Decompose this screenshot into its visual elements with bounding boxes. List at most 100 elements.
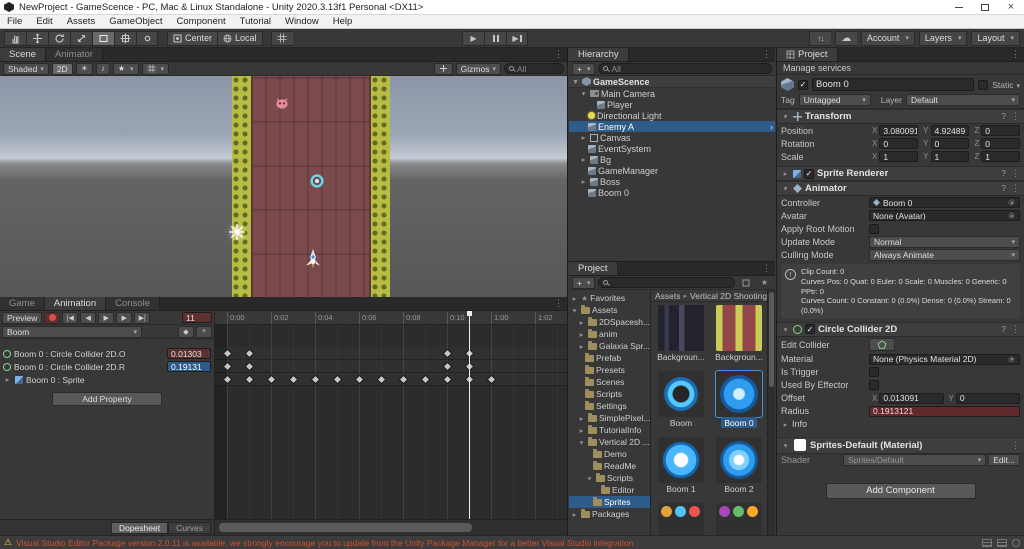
shader-dropdown[interactable]: Sprites/Default — [843, 454, 987, 467]
scale-z-field[interactable]: 1 — [981, 151, 1021, 162]
project-vscrollbar[interactable] — [767, 290, 775, 535]
active-checkbox[interactable] — [798, 79, 808, 90]
scrollbar-thumb[interactable] — [769, 292, 774, 387]
gameobject-name-field[interactable]: Boom 0 — [812, 78, 975, 91]
enemy-sprite[interactable] — [274, 96, 290, 110]
is-trigger-checkbox[interactable] — [869, 367, 879, 378]
foldout-icon[interactable] — [577, 342, 586, 351]
foldout-icon[interactable] — [577, 414, 586, 423]
hierarchy-item-eventsystem[interactable]: EventSystem — [569, 143, 775, 154]
scene-viewport[interactable] — [0, 76, 567, 297]
folder-vertical-2d[interactable]: Vertical 2D ... — [569, 436, 650, 448]
maximize-button[interactable] — [972, 0, 998, 15]
hierarchy-search-input[interactable]: All — [598, 63, 772, 74]
grid-visibility-dropdown[interactable] — [141, 62, 170, 75]
foldout-icon[interactable] — [579, 133, 588, 142]
hierarchy-item-gamemanager[interactable]: GameManager — [569, 165, 775, 176]
breadcrumb-current[interactable]: Vertical 2D Shooting B — [690, 291, 767, 301]
manage-services-button[interactable]: Manage services — [777, 62, 1024, 75]
scene-header-row[interactable]: GameScence — [569, 76, 775, 88]
foldout-icon[interactable] — [585, 474, 594, 483]
folder-scripts[interactable]: Scripts — [569, 388, 650, 400]
foldout-icon[interactable] — [3, 375, 12, 384]
hierarchy-item-boss[interactable]: Boss — [569, 176, 775, 187]
status-message[interactable]: Visual Studio Editor Package version 2.0… — [16, 538, 633, 548]
folder-scenes[interactable]: Scenes — [569, 376, 650, 388]
foldout-icon[interactable] — [577, 330, 586, 339]
object-picker-icon[interactable] — [1007, 198, 1016, 207]
add-component-button[interactable]: Add Component — [825, 482, 976, 499]
animated-property-row[interactable]: Boom 0 : Circle Collider 2D.R 0.19131 — [0, 360, 214, 373]
help-icon[interactable] — [1001, 183, 1006, 194]
move-tool-button[interactable] — [26, 30, 48, 46]
scrollbar-thumb[interactable] — [219, 523, 473, 532]
add-property-button[interactable]: Add Property — [52, 392, 162, 406]
tab-console[interactable]: Console — [106, 297, 160, 310]
custom-tool-button[interactable] — [136, 30, 158, 46]
folder-editor[interactable]: Editor — [569, 484, 650, 496]
layer-dropdown[interactable]: Default — [905, 94, 1020, 106]
folder-simplepixel[interactable]: SimplePixel... — [569, 412, 650, 424]
scale-x-field[interactable]: 1 — [879, 151, 919, 162]
step-button[interactable]: ▶ — [506, 31, 528, 46]
folder-packages[interactable]: Packages — [569, 508, 650, 520]
object-picker-icon[interactable] — [1007, 354, 1016, 364]
space-toggle-button[interactable]: Local — [218, 30, 263, 46]
used-by-effector-checkbox[interactable] — [869, 380, 879, 391]
inspector-panel-menu-icon[interactable] — [1007, 48, 1024, 61]
controller-object-field[interactable]: Boom 0 — [869, 197, 1020, 208]
view-tool-button[interactable] — [4, 30, 26, 46]
project-search-input[interactable] — [598, 277, 735, 288]
tab-game[interactable]: Game — [0, 297, 45, 310]
animator-component-header[interactable]: Animator — [777, 181, 1024, 196]
curves-tab[interactable]: Curves — [168, 521, 211, 534]
folder-sprites[interactable]: Sprites — [569, 496, 650, 508]
object-picker-icon[interactable] — [1007, 211, 1016, 220]
folder-anim[interactable]: anim — [569, 328, 650, 340]
rotation-x-field[interactable]: 0 — [879, 138, 919, 149]
rotation-y-field[interactable]: 0 — [930, 138, 970, 149]
hierarchy-item-enemy-a[interactable]: Enemy A › — [569, 121, 775, 132]
breadcrumb[interactable]: Assets ▸ Vertical 2D Shooting B — [651, 290, 767, 302]
layers-dropdown[interactable]: Layers — [918, 30, 968, 46]
pivot-toggle-button[interactable]: Center — [167, 30, 219, 46]
pause-button[interactable] — [484, 31, 506, 46]
audio-toggle-button[interactable]: ♪ — [95, 62, 110, 75]
record-button[interactable] — [44, 311, 61, 324]
timeline-ruler[interactable]: 0:00 0:02 0:04 0:06 0:08 0:10 1:00 1:02 — [215, 311, 567, 325]
offset-y-field[interactable]: 0 — [955, 392, 1020, 404]
animation-panel-menu-icon[interactable] — [550, 297, 567, 310]
layout-dropdown[interactable]: Layout — [971, 30, 1020, 46]
asset-item[interactable] — [712, 503, 766, 535]
position-y-field[interactable]: 4.92489 — [930, 125, 970, 136]
play-animation-button[interactable]: ▶ — [98, 311, 115, 324]
foldout-icon[interactable] — [579, 155, 588, 164]
collider-info-foldout[interactable]: Info — [777, 418, 1024, 431]
apply-root-motion-checkbox[interactable] — [869, 223, 879, 234]
static-checkbox[interactable] — [978, 79, 989, 90]
favorites-item[interactable]: Favorites — [569, 292, 650, 304]
shader-edit-button[interactable]: Edit... — [988, 454, 1020, 467]
folder-demo[interactable]: Demo — [569, 448, 650, 460]
menu-window[interactable]: Window — [278, 15, 326, 29]
add-keyframe-button[interactable]: ◆ — [178, 325, 194, 338]
timeline-area[interactable]: 0:00 0:02 0:04 0:06 0:08 0:10 1:00 1:02 — [215, 311, 567, 535]
foldout-icon[interactable] — [781, 112, 790, 121]
folder-2dspaceshooter[interactable]: 2DSpacesh... — [569, 316, 650, 328]
last-frame-button[interactable]: ▶| — [134, 311, 151, 324]
2d-toggle-button[interactable]: 2D — [51, 62, 73, 75]
material-section-header[interactable]: Sprites-Default (Material) — [777, 436, 1024, 454]
foldout-icon[interactable] — [577, 438, 586, 447]
tab-animation[interactable]: Animation — [44, 297, 107, 310]
folder-settings[interactable]: Settings — [569, 400, 650, 412]
circle-collider-header[interactable]: Circle Collider 2D — [777, 321, 1024, 337]
foldout-icon[interactable] — [577, 426, 586, 435]
menu-gameobject[interactable]: GameObject — [102, 15, 169, 29]
foldout-icon[interactable] — [781, 420, 790, 429]
menu-edit[interactable]: Edit — [29, 15, 59, 29]
rotate-tool-button[interactable] — [48, 30, 70, 46]
first-frame-button[interactable]: |◀ — [62, 311, 79, 324]
hierarchy-item-main-camera[interactable]: Main Camera — [569, 88, 775, 99]
component-menu-icon[interactable] — [1011, 324, 1020, 335]
update-mode-dropdown[interactable]: Normal — [869, 235, 1020, 248]
